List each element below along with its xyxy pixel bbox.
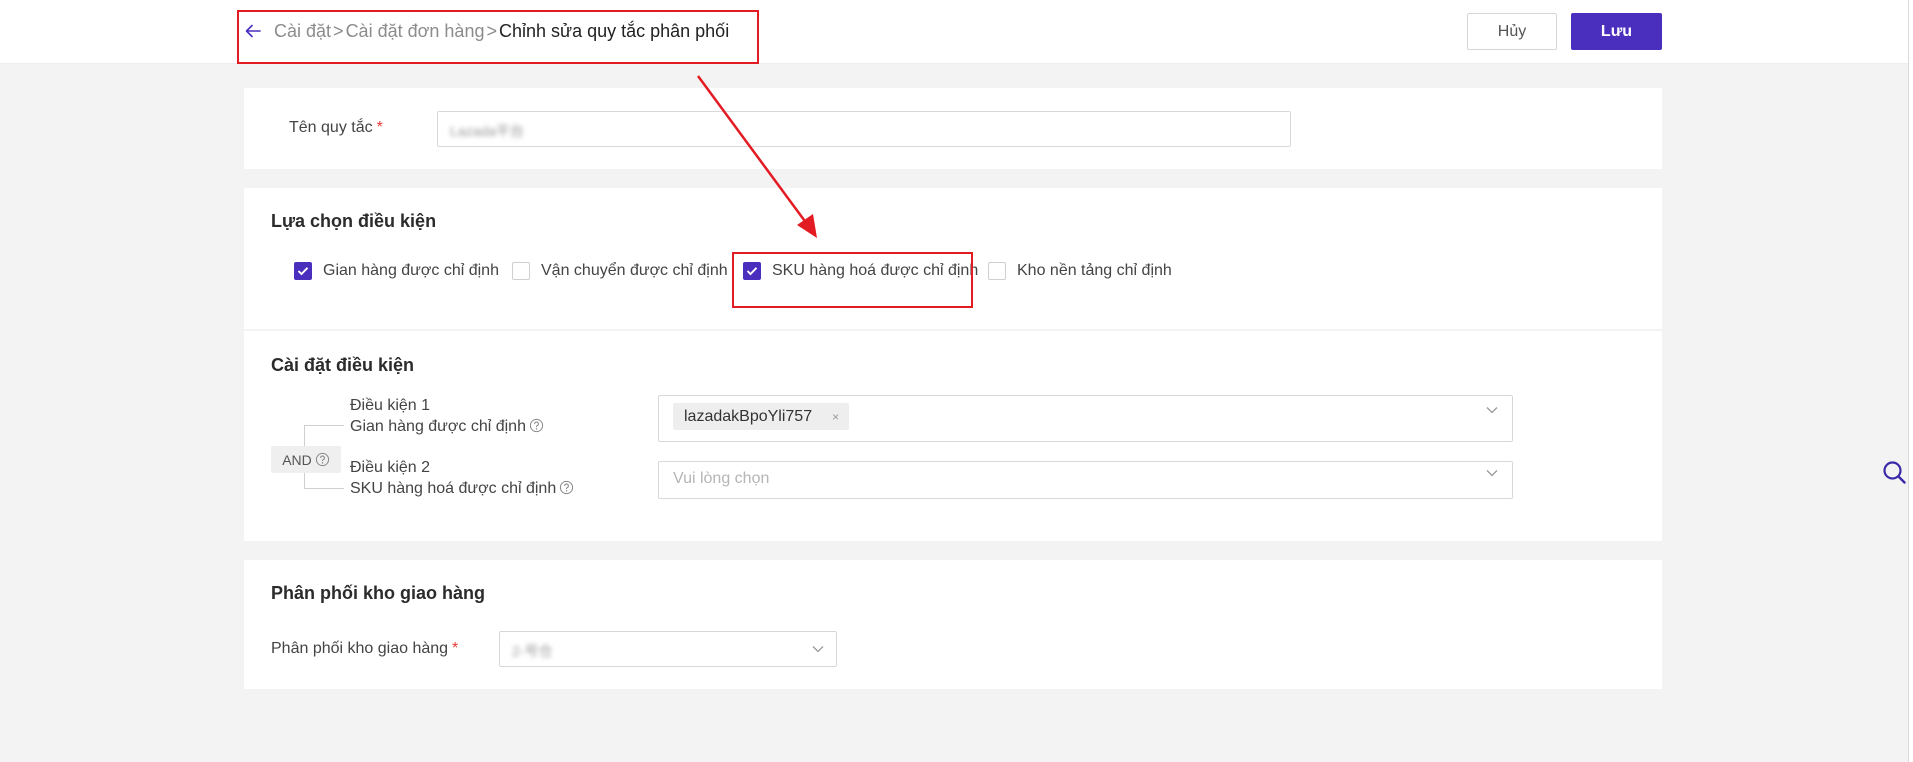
checkbox-unchecked[interactable] [988,262,1006,280]
annotation-highlight-box [237,10,759,64]
checkbox-label: Vận chuyển được chỉ định [541,262,728,279]
warehouse-distribution-card: Phân phối kho giao hàng Phân phối kho gi… [244,560,1662,689]
bracket-line [304,488,344,489]
condition-settings-card: Cài đặt điều kiện AND Điều kiện 1 Gian h… [244,331,1662,541]
checkbox-specified-store[interactable]: Gian hàng được chỉ định [294,262,499,280]
help-circle-icon [529,418,544,433]
tag-label: lazadakBpoYli757 [684,407,813,425]
bracket-line [304,425,344,426]
warehouse-distribution-title: Phân phối kho giao hàng [271,583,485,603]
cancel-button[interactable]: Hủy [1467,13,1557,50]
help-circle-icon [560,480,574,495]
checkbox-label: Kho nền tảng chỉ định [1017,262,1172,279]
warehouse-select[interactable]: 2-号仓 [499,631,837,667]
rule-name-label: Tên quy tắc * [289,119,383,136]
condition-1-title: Điều kiện 1 [350,397,431,414]
chevron-down-icon[interactable] [1486,406,1498,414]
checkbox-specified-shipping[interactable]: Vận chuyển được chỉ định [512,262,728,280]
vertical-scrollbar[interactable] [1908,0,1913,762]
checkbox-platform-warehouse[interactable]: Kho nền tảng chỉ định [988,262,1172,280]
save-button[interactable]: Lưu [1571,13,1662,50]
condition-1-name: Gian hàng được chỉ định [350,418,544,436]
condition-selection-title: Lựa chọn điều kiện [271,211,437,231]
logic-badge[interactable]: AND [271,446,341,473]
rule-name-input[interactable]: Lazada平台 [437,111,1291,147]
rule-name-value: Lazada平台 [450,123,524,139]
checkbox-label: Gian hàng được chỉ định [323,262,499,279]
search-icon[interactable] [1882,460,1906,484]
condition-settings-title: Cài đặt điều kiện [271,355,415,375]
warehouse-select-value: 2-号仓 [512,643,553,659]
selected-store-tag: lazadakBpoYli757 × [673,403,850,430]
rule-name-card: Tên quy tắc * Lazada平台 [244,88,1662,169]
store-multi-select[interactable]: lazadakBpoYli757 × [658,395,1513,442]
condition-2-name: SKU hàng hoá được chỉ định [350,480,574,498]
sku-select-placeholder: Vui lòng chọn [673,470,770,487]
chevron-down-icon[interactable] [1486,469,1498,477]
annotation-highlight-box [732,252,973,308]
sku-select[interactable]: Vui lòng chọn [658,461,1513,499]
warehouse-distribution-label: Phân phối kho giao hàng * [271,640,459,657]
chevron-down-icon[interactable] [812,645,824,653]
checkbox-checked[interactable] [294,262,312,280]
logic-label: AND [282,451,312,468]
checkmark-icon [297,267,309,276]
condition-2-title: Điều kiện 2 [350,459,431,476]
tag-remove-icon[interactable]: × [832,410,839,424]
checkbox-unchecked[interactable] [512,262,530,280]
help-circle-icon [315,452,329,467]
